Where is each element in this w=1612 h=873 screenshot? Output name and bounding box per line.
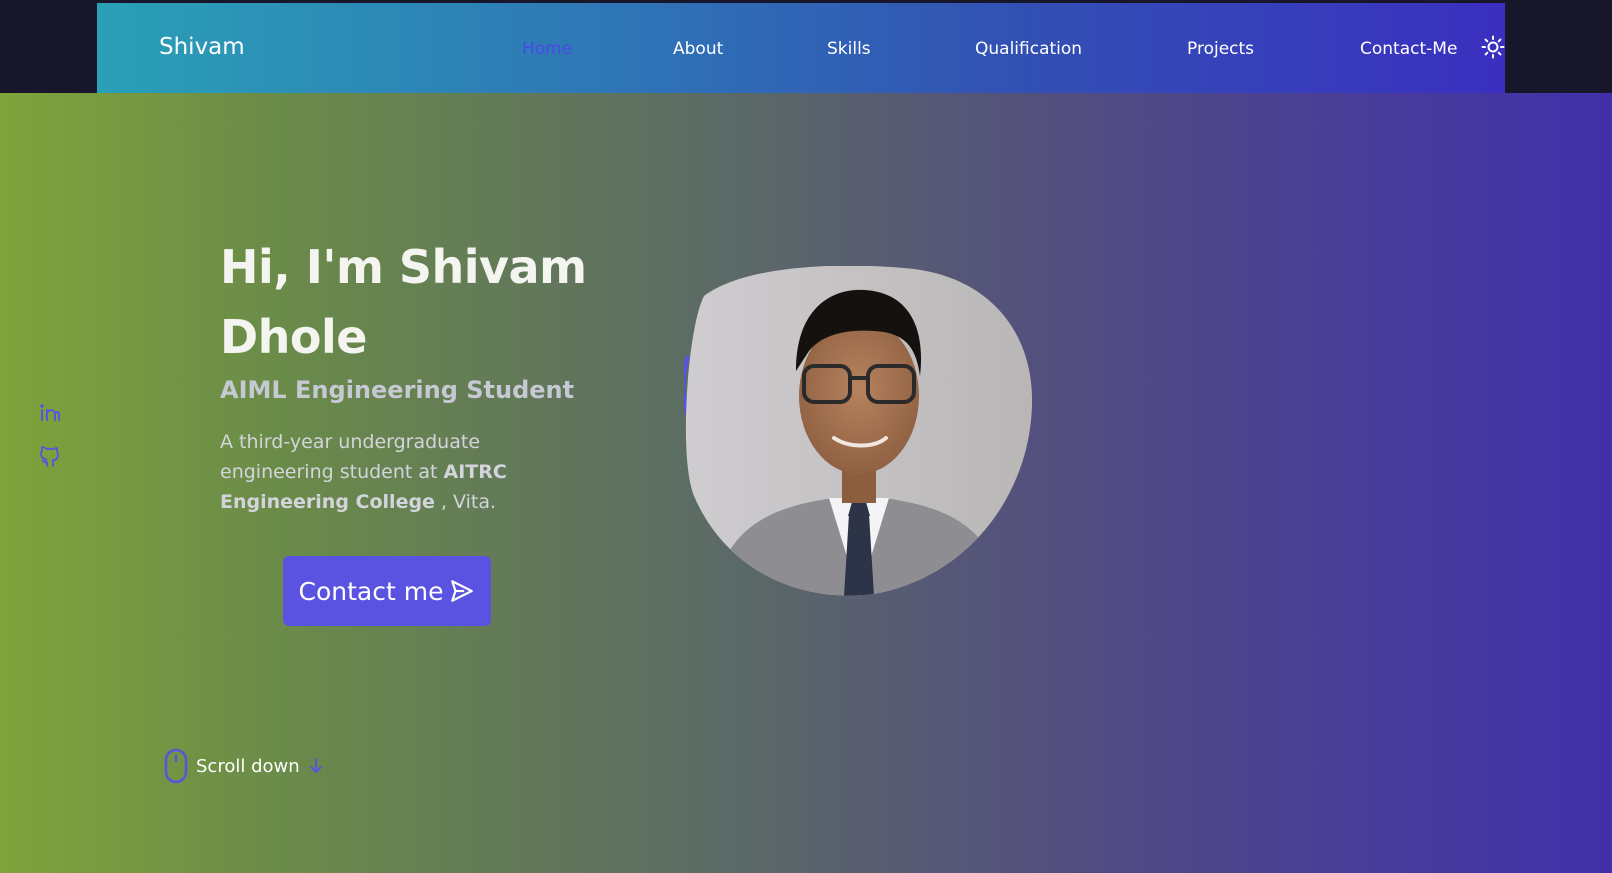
logo[interactable]: Shivam [159,34,245,60]
nav-link-projects[interactable]: Projects [1187,39,1254,59]
hero-description-text: A third-year undergraduate engineering s… [220,431,481,483]
profile-photo [681,266,1034,596]
contact-me-label: Contact me [298,576,444,606]
contact-me-button[interactable]: Contact me [283,556,491,626]
social-links [38,401,62,489]
scroll-down-label: Scroll down [196,755,300,777]
nav-link-about[interactable]: About [673,39,723,59]
send-icon [451,580,474,602]
hero-description-location: , Vita. [434,491,497,513]
nav-link-contact-me[interactable]: Contact-Me [1360,39,1457,59]
nav-link-qualification[interactable]: Qualification [975,39,1082,59]
hero-title: Hi, I'm Shivam Dhole [220,240,587,364]
github-icon[interactable] [38,445,62,469]
mouse-icon [164,748,188,784]
hero-subtitle: AIML Engineering Student [220,376,575,404]
scroll-down[interactable]: Scroll down [164,748,324,784]
linkedin-icon[interactable] [38,401,62,425]
nav-link-home[interactable]: Home [522,39,572,59]
nav-link-skills[interactable]: Skills [827,39,871,59]
sun-icon[interactable] [1481,35,1505,59]
arrow-down-icon [309,758,322,773]
hero-description: A third-year undergraduate engineering s… [220,427,540,517]
navbar: Shivam Home About Skills Qualification P… [97,3,1505,93]
